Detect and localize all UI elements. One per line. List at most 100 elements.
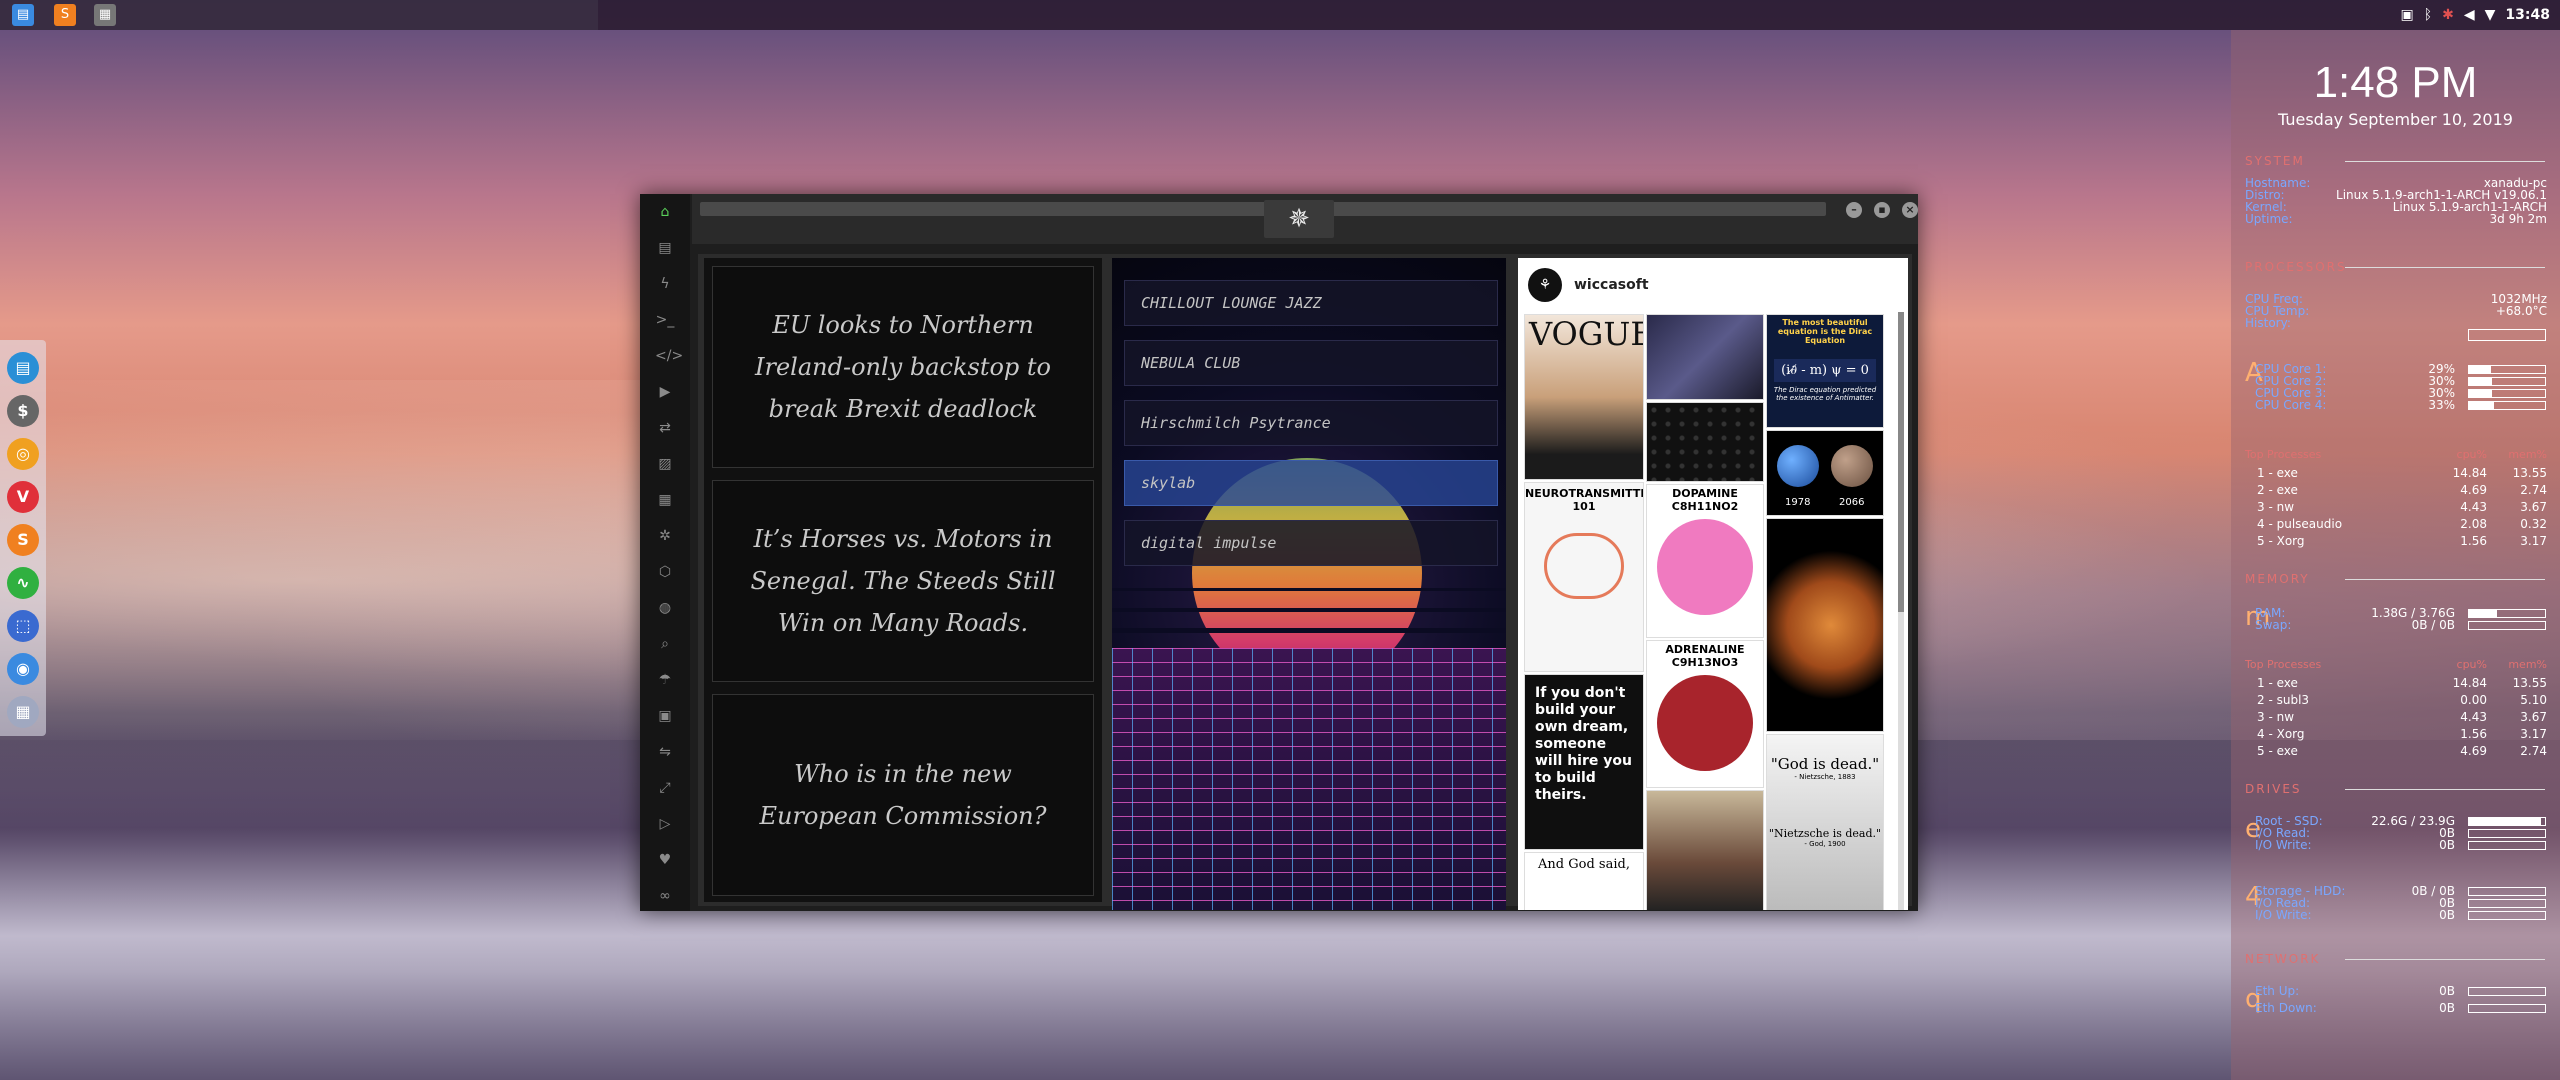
usage-bar xyxy=(2468,987,2546,996)
app-window: ⌂ ▤ ϟ >_ </> ▶ ⇄ ▨ ▦ ✲ ⬡ ◍ ⌕ ☂ ▣ ⇋ ⤢ ▷ ♥… xyxy=(640,194,1918,911)
process-n: 1 - exe xyxy=(2257,466,2298,480)
process-b: 2.74 xyxy=(2520,744,2547,758)
stat-value: 0B / 0B xyxy=(2411,618,2455,632)
process-b: 13.55 xyxy=(2512,466,2547,480)
activity-icon[interactable]: ∿ xyxy=(7,567,39,599)
screenshot-icon[interactable]: ⬚ xyxy=(7,610,39,642)
adrenaline-formula: C9H13NO3 xyxy=(1671,656,1739,669)
files-icon[interactable]: ▤ xyxy=(7,352,39,384)
network-error-icon[interactable]: ✱ xyxy=(2442,7,2454,23)
grid-app-icon[interactable]: ▦ xyxy=(7,696,39,728)
god-said: And God said, xyxy=(1538,857,1630,872)
radio-station[interactable]: NEBULA CLUB xyxy=(1124,340,1498,386)
process-b: 3.67 xyxy=(2520,710,2547,724)
process-header-a: cpu% xyxy=(2456,448,2487,461)
address-bar[interactable] xyxy=(700,202,1826,216)
close-button[interactable]: × xyxy=(1902,202,1918,218)
process-n: 2 - exe xyxy=(2257,483,2298,497)
wifi-icon[interactable]: ▼ xyxy=(2485,7,2496,23)
contact-icon[interactable]: ▣ xyxy=(655,706,675,726)
app-grid-icon[interactable]: ▦ xyxy=(94,4,116,26)
globe-icon[interactable]: ◍ xyxy=(655,598,675,618)
usage-bar xyxy=(2468,365,2546,374)
process-n: 4 - pulseaudio xyxy=(2257,517,2343,531)
code-icon[interactable]: </> xyxy=(655,346,683,366)
process-n: 1 - exe xyxy=(2257,676,2298,690)
year-b: 2066 xyxy=(1839,497,1865,508)
radio-station[interactable]: skylab xyxy=(1124,460,1498,506)
stat-value: 0B xyxy=(2439,908,2455,922)
news-card[interactable]: It’s Horses vs. Motors in Senegal. The S… xyxy=(712,480,1094,682)
transfer-icon[interactable]: ⇋ xyxy=(655,742,675,762)
bluetooth-icon[interactable]: ᛒ xyxy=(2424,7,2432,23)
usage-bar xyxy=(2468,621,2546,630)
dopamine-tile[interactable]: DOPAMINE C8H11NO2 xyxy=(1646,484,1764,638)
stat-label: Swap: xyxy=(2255,618,2292,632)
infinity-icon[interactable]: ∞ xyxy=(655,886,675,906)
sublime-text-icon[interactable]: S xyxy=(54,4,76,26)
volume-icon[interactable]: ◀ xyxy=(2464,7,2475,23)
play-icon[interactable]: ▶ xyxy=(655,382,675,402)
document-icon[interactable]: ▤ xyxy=(655,238,675,258)
avatar[interactable]: ⚘ xyxy=(1528,268,1562,302)
hexagon-icon[interactable]: ⬡ xyxy=(655,562,675,582)
radio-station[interactable]: digital impulse xyxy=(1124,520,1498,566)
gear-icon[interactable]: ✲ xyxy=(655,526,675,546)
news-card[interactable]: EU looks to Northern Ireland-only backst… xyxy=(712,266,1094,468)
orthodox-tile[interactable] xyxy=(1646,314,1764,400)
radio-station[interactable]: CHILLOUT LOUNGE JAZZ xyxy=(1124,280,1498,326)
lightning-icon[interactable]: ϟ xyxy=(655,274,675,294)
news-card[interactable]: Who is in the new European Commission? xyxy=(712,694,1094,896)
mars-icon xyxy=(1831,445,1873,487)
vivaldi-icon[interactable]: V xyxy=(7,481,39,513)
neurotransmitters-tile[interactable]: NEUROTRANSMITTERS 101 xyxy=(1524,482,1644,672)
stat-label: I/O Write: xyxy=(2255,838,2312,852)
scrollbar[interactable] xyxy=(1898,312,1904,910)
dream-quote-tile[interactable]: If you don't build your own dream, someo… xyxy=(1524,674,1644,850)
file-manager-icon[interactable]: ▤ xyxy=(12,4,34,26)
god-said-tile[interactable]: And God said, xyxy=(1524,852,1644,910)
app-dock: ▤ $ ◎ V S ∿ ⬚ ◉ ▦ xyxy=(0,340,46,736)
vogue-tile[interactable]: VOGUE xyxy=(1524,314,1644,480)
nietzsche-tile[interactable]: "God is dead." - Nietzsche, 1883 "Nietzs… xyxy=(1766,734,1884,910)
stat-label: Eth Down: xyxy=(2255,1001,2317,1015)
image-icon[interactable]: ▨ xyxy=(655,454,675,474)
search-icon[interactable]: ⌕ xyxy=(655,634,675,654)
expand-icon[interactable]: ⤢ xyxy=(655,778,675,798)
taskbar-clock[interactable]: 13:48 xyxy=(2505,7,2550,23)
usage-bar xyxy=(2468,899,2546,908)
process-n: 2 - subl3 xyxy=(2257,693,2310,707)
youtube-icon[interactable]: ▷ xyxy=(655,814,675,834)
translate-icon[interactable]: ⇄ xyxy=(655,418,675,438)
spheres-tile[interactable] xyxy=(1646,402,1764,482)
home-icon[interactable]: ⌂ xyxy=(655,202,675,222)
chromium-icon[interactable]: ◉ xyxy=(7,653,39,685)
dirac-equation: (i∂̸ - m) ψ = 0 xyxy=(1774,359,1876,382)
instagram-header: ⚘ wiccasoft xyxy=(1518,258,1908,312)
heart-icon[interactable]: ♥ xyxy=(655,850,675,870)
minimize-button[interactable]: – xyxy=(1846,202,1862,218)
news-icon[interactable]: ▦ xyxy=(655,490,675,510)
rebel-logo-icon[interactable]: ✵ xyxy=(1264,200,1334,238)
planets-tile[interactable]: 1978 2066 xyxy=(1766,430,1884,516)
process-b: 3.17 xyxy=(2520,534,2547,548)
portrait-tile[interactable] xyxy=(1646,790,1764,910)
system-monitor-panel: 1:48 PM Tuesday September 10, 2019 SYSTE… xyxy=(2231,30,2560,1080)
instagram-handle[interactable]: wiccasoft xyxy=(1574,277,1649,293)
dirac-title: The most beautiful equation is the Dirac… xyxy=(1777,318,1873,345)
maximize-button[interactable]: ▪ xyxy=(1874,202,1890,218)
wallet-icon[interactable]: $ xyxy=(7,395,39,427)
process-b: 0.32 xyxy=(2520,517,2547,531)
image-icon[interactable]: ▣ xyxy=(2400,7,2413,23)
adrenaline-tile[interactable]: ADRENALINE C9H13NO3 xyxy=(1646,640,1764,788)
dirac-tile[interactable]: The most beautiful equation is the Dirac… xyxy=(1766,314,1884,428)
section-header: PROCESSORS xyxy=(2245,260,2545,274)
brain-icon xyxy=(1544,533,1624,599)
s-app-icon[interactable]: S xyxy=(7,524,39,556)
ubuntu-tweak-icon[interactable]: ◎ xyxy=(7,438,39,470)
radio-station[interactable]: Hirschmilch Psytrance xyxy=(1124,400,1498,446)
umbrella-icon[interactable]: ☂ xyxy=(655,670,675,690)
jupiter-tile[interactable] xyxy=(1766,518,1884,732)
usage-bar xyxy=(2468,377,2546,386)
terminal-icon[interactable]: >_ xyxy=(655,310,675,330)
